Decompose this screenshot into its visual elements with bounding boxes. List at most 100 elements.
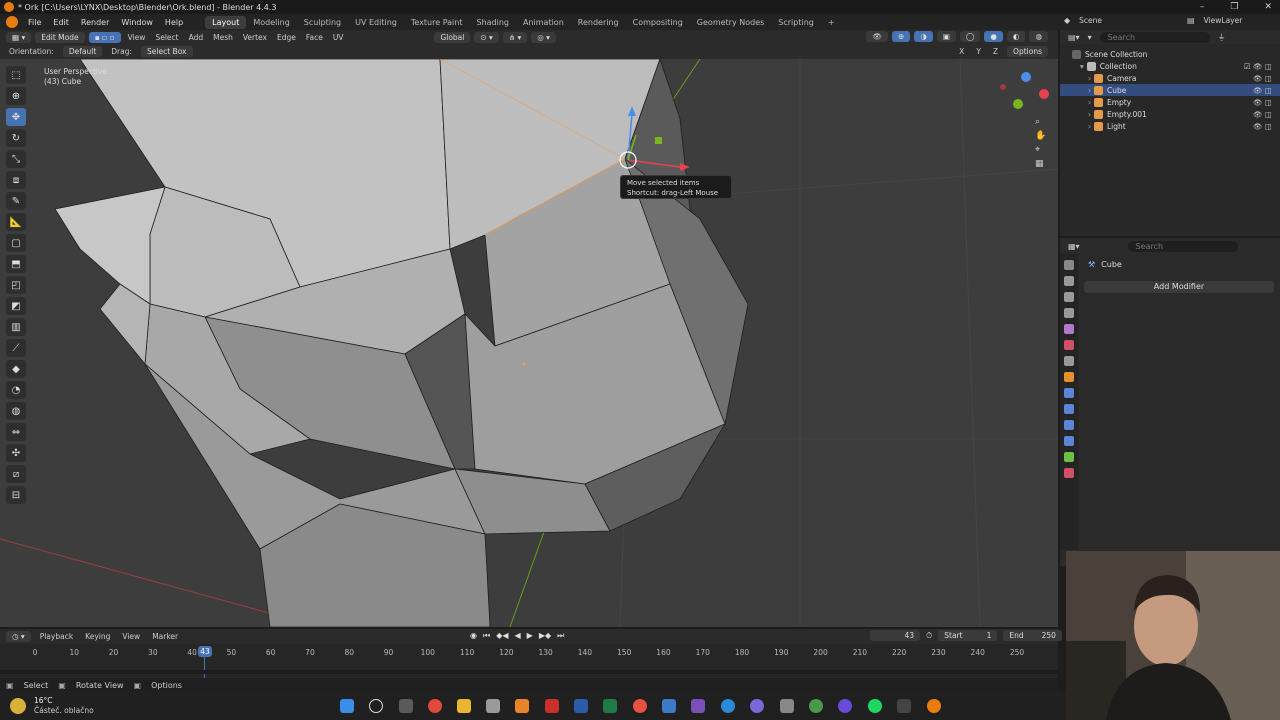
transform-tool-icon[interactable]: ⧈ — [6, 171, 26, 189]
menu-view[interactable]: View — [125, 33, 149, 42]
outliner-item-camera[interactable]: › Camera 👁 ◫ — [1060, 72, 1280, 84]
3d-viewport[interactable]: User Perspective (43) Cube ⌕ ✋ ⌖ ▦ — [0, 59, 1058, 627]
app-icon-dark[interactable] — [897, 699, 911, 713]
tab-compositing[interactable]: Compositing — [626, 16, 690, 29]
chrome-alt-icon[interactable] — [809, 699, 823, 713]
menu-add[interactable]: Add — [186, 33, 207, 42]
shrink-fatten-tool-icon[interactable]: ✣ — [6, 444, 26, 462]
snap-button[interactable]: ⋔ ▾ — [502, 31, 528, 43]
annotate-tool-icon[interactable]: ✎ — [6, 192, 26, 210]
object-tab-icon[interactable] — [1064, 372, 1074, 382]
poly-build-tool-icon[interactable]: ◆ — [6, 360, 26, 378]
xray-button[interactable]: ▣ — [936, 31, 956, 42]
visibility-eye-icon[interactable]: 👁 ◫ — [1253, 74, 1272, 83]
camera-view-icon[interactable]: ⌖ — [1035, 145, 1046, 155]
tab-texture-paint[interactable]: Texture Paint — [404, 16, 470, 29]
app-icon-red[interactable] — [633, 699, 647, 713]
spotify-icon[interactable] — [868, 699, 882, 713]
playhead-label[interactable]: 43 — [198, 646, 212, 657]
measure-tool-icon[interactable]: 📐 — [6, 213, 26, 231]
search-icon[interactable] — [369, 699, 383, 713]
visibility-eye-icon[interactable]: 👁 ◫ — [1253, 98, 1272, 107]
outliner-item-cube[interactable]: › Cube 👁 ◫ — [1060, 84, 1280, 96]
outliner-filter-icon[interactable]: ▾ — [1088, 33, 1092, 42]
menu-edge[interactable]: Edge — [274, 33, 299, 42]
outliner-editor-icon[interactable]: ▤▾ — [1068, 33, 1080, 42]
weather-icon[interactable] — [10, 698, 26, 714]
mesh-view[interactable] — [0, 59, 1058, 627]
excel-icon[interactable] — [603, 699, 617, 713]
add-workspace-button[interactable]: + — [821, 16, 842, 29]
knife-tool-icon[interactable]: ⟋ — [6, 339, 26, 357]
discord-icon[interactable] — [750, 699, 764, 713]
tab-modeling[interactable]: Modeling — [246, 16, 296, 29]
menu-file[interactable]: File — [22, 18, 47, 27]
add-modifier-button[interactable]: Add Modifier — [1084, 281, 1274, 293]
particles-tab-icon[interactable] — [1064, 404, 1074, 414]
jump-start-icon[interactable]: ⏮ — [483, 631, 490, 641]
data-tab-icon[interactable] — [1064, 452, 1074, 462]
editor-type-button[interactable]: ▦ ▾ — [6, 31, 32, 43]
timeline-editor-icon[interactable]: ◷ ▾ — [6, 631, 31, 642]
tab-geometry-nodes[interactable]: Geometry Nodes — [690, 16, 771, 29]
prev-keyframe-icon[interactable]: ◆◀ — [496, 631, 508, 641]
tab-uv-editing[interactable]: UV Editing — [348, 16, 404, 29]
tab-animation[interactable]: Animation — [516, 16, 571, 29]
outliner-funnel-icon[interactable]: ⏚ — [1218, 32, 1226, 43]
material-tab-icon[interactable] — [1064, 468, 1074, 478]
app-icon-gray[interactable] — [780, 699, 794, 713]
orientation-selector[interactable]: Default — [62, 46, 103, 57]
playhead-line[interactable] — [204, 657, 205, 678]
word-icon[interactable] — [574, 699, 588, 713]
rip-tool-icon[interactable]: ⊟ — [6, 486, 26, 504]
menu-vertex[interactable]: Vertex — [240, 33, 270, 42]
tab-layout[interactable]: Layout — [205, 15, 247, 29]
scene-tab-icon[interactable] — [1064, 324, 1074, 334]
minimize-button[interactable]: – — [1200, 0, 1205, 14]
file-explorer-icon[interactable] — [457, 699, 471, 713]
tab-sculpting[interactable]: Sculpting — [297, 16, 348, 29]
gizmo-button[interactable]: ⊕ — [892, 31, 911, 42]
collapse-arrow-icon[interactable]: ▾ — [1080, 62, 1084, 71]
menu-timeline-view[interactable]: View — [119, 632, 143, 641]
menu-mesh[interactable]: Mesh — [210, 33, 236, 42]
outliner-item-light[interactable]: › Light 👁 ◫ — [1060, 120, 1280, 132]
menu-help[interactable]: Help — [159, 18, 189, 27]
expand-arrow-icon[interactable]: › — [1088, 98, 1091, 107]
play-reverse-icon[interactable]: ◀ — [515, 631, 521, 641]
record-icon[interactable]: ◉ — [470, 631, 477, 641]
menu-select[interactable]: Select — [152, 33, 181, 42]
rotate-tool-icon[interactable]: ↻ — [6, 129, 26, 147]
expand-arrow-icon[interactable]: › — [1088, 86, 1091, 95]
collection-row[interactable]: ▾ Collection ☑ 👁 ◫ — [1060, 60, 1280, 72]
scene-collection-row[interactable]: Scene Collection — [1060, 48, 1280, 60]
collection-tab-icon[interactable] — [1064, 356, 1074, 366]
pan-hand-icon[interactable]: ✋ — [1035, 131, 1046, 141]
current-frame-field[interactable]: 43 — [870, 630, 920, 641]
transform-orientation-selector[interactable]: Global — [434, 31, 471, 43]
menu-marker[interactable]: Marker — [149, 632, 181, 641]
visual-studio-icon[interactable] — [691, 699, 705, 713]
menu-face[interactable]: Face — [303, 33, 326, 42]
overlay-button[interactable]: ◑ — [914, 31, 933, 42]
menu-edit[interactable]: Edit — [47, 18, 75, 27]
pivot-point-button[interactable]: ⊙ ▾ — [474, 31, 499, 43]
constraints-tab-icon[interactable] — [1064, 436, 1074, 446]
tab-rendering[interactable]: Rendering — [571, 16, 626, 29]
cursor-tool-icon[interactable]: ⊕ — [6, 87, 26, 105]
properties-editor-icon[interactable]: ▦▾ — [1068, 242, 1080, 251]
shading-solid-button[interactable]: ● — [984, 31, 1003, 42]
inset-tool-icon[interactable]: ◰ — [6, 276, 26, 294]
outliner-item-empty-001[interactable]: › Empty.001 👁 ◫ — [1060, 108, 1280, 120]
close-button[interactable]: ✕ — [1264, 0, 1272, 14]
world-tab-icon[interactable] — [1064, 340, 1074, 350]
select-mode-buttons[interactable]: ▪ ▫ ▫ — [88, 31, 121, 43]
jump-end-icon[interactable]: ⏭ — [557, 631, 564, 641]
shading-material-button[interactable]: ◐ — [1006, 31, 1026, 42]
mirror-z-toggle[interactable]: Z — [990, 47, 1001, 56]
physics-tab-icon[interactable] — [1064, 420, 1074, 430]
shading-wireframe-button[interactable]: ◯ — [959, 31, 981, 42]
options-dropdown[interactable]: Options — [1007, 46, 1048, 57]
menu-render[interactable]: Render — [75, 18, 115, 27]
tab-shading[interactable]: Shading — [469, 16, 516, 29]
